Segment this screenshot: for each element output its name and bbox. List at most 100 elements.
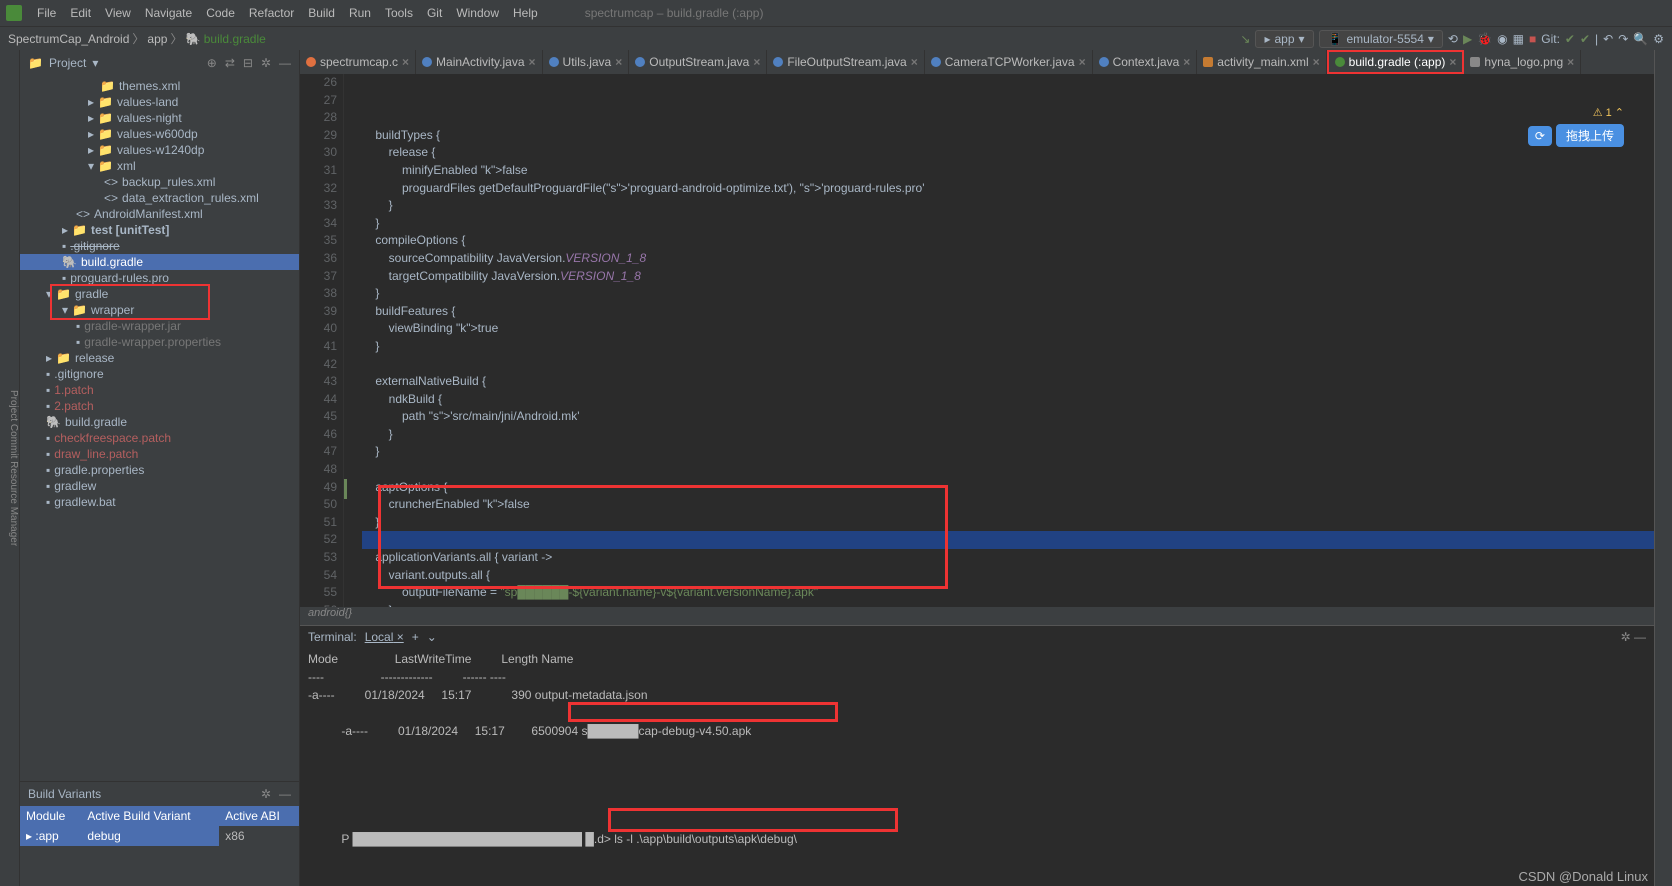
terminal-tab-local[interactable]: Local × — [365, 630, 404, 644]
close-tab-icon[interactable]: × — [753, 55, 760, 69]
terminal-dropdown-icon[interactable]: ⌄ — [427, 630, 437, 644]
close-tab-icon[interactable]: × — [1313, 55, 1320, 69]
close-tab-icon[interactable]: × — [1183, 55, 1190, 69]
menu-file[interactable]: File — [30, 6, 63, 20]
terminal-output[interactable]: Mode LastWriteTime Length Name ---- ----… — [300, 648, 1654, 886]
tab-OutputStream-java[interactable]: OutputStream.java× — [629, 50, 767, 74]
hide-panel-icon[interactable]: — — [279, 56, 291, 70]
debug-icon[interactable]: 🐞 — [1477, 32, 1492, 46]
terminal-prompt[interactable]: P ███████████████████████████ █.d> ls -l… — [308, 812, 1646, 884]
menu-code[interactable]: Code — [199, 6, 242, 20]
run-icon[interactable]: ▶ — [1463, 32, 1472, 46]
collapse-icon[interactable]: ⊟ — [243, 56, 253, 70]
settings-icon[interactable]: ⚙ — [1653, 32, 1664, 46]
tree-item-values-w600dp[interactable]: ▸ 📁 values-w600dp — [20, 126, 299, 142]
fold-column[interactable] — [344, 74, 358, 607]
project-header[interactable]: 📁 Project ▾ ⊕ ⇄ ⊟ ✲ — — [20, 50, 299, 76]
tree-item-AndroidManifest-xml[interactable]: <> AndroidManifest.xml — [20, 206, 299, 222]
breadcrumb-root[interactable]: SpectrumCap_Android — [8, 32, 129, 46]
tree-item-values-night[interactable]: ▸ 📁 values-night — [20, 110, 299, 126]
tree-item-1-patch[interactable]: ▪ 1.patch — [20, 382, 299, 398]
tab-CameraTCPWorker-java[interactable]: CameraTCPWorker.java× — [925, 50, 1093, 74]
git-commit-icon[interactable]: ✔ — [1580, 32, 1590, 46]
tab-MainActivity-java[interactable]: MainActivity.java× — [416, 50, 543, 74]
terminal-hide-icon[interactable]: — — [1634, 630, 1646, 644]
bv-variant[interactable]: debug — [81, 826, 219, 846]
tree-item-gradle-wrapper-jar[interactable]: ▪ gradle-wrapper.jar — [20, 318, 299, 334]
tree-item-xml[interactable]: ▾ 📁 xml — [20, 158, 299, 174]
menu-tools[interactable]: Tools — [378, 6, 420, 20]
target-icon[interactable]: ⊕ — [207, 56, 217, 70]
code-editor[interactable]: 2627282930313233343536373839404142434445… — [300, 74, 1654, 607]
tab-build-gradle---app-[interactable]: build.gradle (:app)× — [1327, 50, 1465, 74]
build-hammer-icon[interactable]: ↘ — [1240, 32, 1250, 46]
tree-item-backup_rules-xml[interactable]: <> backup_rules.xml — [20, 174, 299, 190]
menu-window[interactable]: Window — [449, 6, 506, 20]
bv-hide-icon[interactable]: — — [279, 787, 291, 801]
run-config-selector[interactable]: ▸ app ▾ — [1255, 30, 1313, 48]
tab-hyna_logo-png[interactable]: hyna_logo.png× — [1464, 50, 1581, 74]
close-tab-icon[interactable]: × — [1567, 55, 1574, 69]
sync-icon[interactable]: ⟲ — [1448, 32, 1458, 46]
search-icon[interactable]: 🔍 — [1633, 32, 1648, 46]
coverage-icon[interactable]: ▦ — [1513, 32, 1524, 46]
tree-item-gradlew-bat[interactable]: ▪ gradlew.bat — [20, 494, 299, 510]
tree-item-gradle-properties[interactable]: ▪ gradle.properties — [20, 462, 299, 478]
tree-item-2-patch[interactable]: ▪ 2.patch — [20, 398, 299, 414]
breadcrumb-file[interactable]: 🐘 build.gradle — [167, 30, 265, 47]
close-tab-icon[interactable]: × — [1079, 55, 1086, 69]
close-tab-icon[interactable]: × — [402, 55, 409, 69]
breadcrumb-app[interactable]: app — [129, 30, 167, 47]
menu-help[interactable]: Help — [506, 6, 545, 20]
menu-git[interactable]: Git — [420, 6, 449, 20]
stop-icon[interactable]: ■ — [1529, 32, 1536, 46]
tree-item-values-land[interactable]: ▸ 📁 values-land — [20, 94, 299, 110]
gear-icon[interactable]: ✲ — [261, 56, 271, 70]
terminal-gear-icon[interactable]: ✲ — [1621, 630, 1631, 644]
tree-item-values-w1240dp[interactable]: ▸ 📁 values-w1240dp — [20, 142, 299, 158]
tab-FileOutputStream-java[interactable]: FileOutputStream.java× — [767, 50, 924, 74]
bv-gear-icon[interactable]: ✲ — [261, 787, 271, 801]
tree-item--gitignore[interactable]: ▪ .gitignore — [20, 238, 299, 254]
close-tab-icon[interactable]: × — [1449, 55, 1456, 69]
menu-build[interactable]: Build — [301, 6, 342, 20]
forward-icon[interactable]: ↷ — [1618, 32, 1628, 46]
bv-abi[interactable]: x86 — [219, 826, 299, 846]
close-tab-icon[interactable]: × — [615, 55, 622, 69]
back-icon[interactable]: ↶ — [1603, 32, 1613, 46]
tree-item-test--unitTest-[interactable]: ▸ 📁 test [unitTest] — [20, 222, 299, 238]
tree-item-gradlew[interactable]: ▪ gradlew — [20, 478, 299, 494]
tree-item-data_extraction_rules-xml[interactable]: <> data_extraction_rules.xml — [20, 190, 299, 206]
menu-view[interactable]: View — [98, 6, 138, 20]
editor-breadcrumb[interactable]: android{} — [300, 607, 1654, 625]
project-tree[interactable]: 📁 themes.xml▸ 📁 values-land▸ 📁 values-ni… — [20, 76, 299, 781]
tree-item--gitignore[interactable]: ▪ .gitignore — [20, 366, 299, 382]
tree-item-checkfreespace-patch[interactable]: ▪ checkfreespace.patch — [20, 430, 299, 446]
project-view-mode[interactable]: Project — [49, 56, 86, 70]
tab-Utils-java[interactable]: Utils.java× — [543, 50, 630, 74]
menu-run[interactable]: Run — [342, 6, 378, 20]
profile-icon[interactable]: ◉ — [1497, 32, 1507, 46]
tree-item-release[interactable]: ▸ 📁 release — [20, 350, 299, 366]
terminal-add-tab[interactable]: + — [412, 630, 419, 644]
git-check-icon[interactable]: ✔ — [1565, 32, 1575, 46]
menu-edit[interactable]: Edit — [63, 6, 98, 20]
tab-activity_main-xml[interactable]: activity_main.xml× — [1197, 50, 1326, 74]
left-tool-strip[interactable]: Project Commit Resource Manager — [0, 50, 20, 886]
menu-refactor[interactable]: Refactor — [242, 6, 301, 20]
tree-item-draw_line-patch[interactable]: ▪ draw_line.patch — [20, 446, 299, 462]
tree-item-gradle-wrapper-properties[interactable]: ▪ gradle-wrapper.properties — [20, 334, 299, 350]
close-tab-icon[interactable]: × — [529, 55, 536, 69]
bv-module[interactable]: ▸ :app — [20, 826, 81, 846]
tree-item-themes-xml[interactable]: 📁 themes.xml — [20, 78, 299, 94]
device-selector[interactable]: 📱 emulator-5554 ▾ — [1319, 30, 1443, 48]
code-content[interactable]: buildTypes { release { minifyEnabled "k"… — [358, 74, 1654, 607]
tab-spectrumcap-c[interactable]: spectrumcap.c× — [300, 50, 416, 74]
tree-item-build-gradle[interactable]: 🐘 build.gradle — [20, 414, 299, 430]
expand-icon[interactable]: ⇄ — [225, 56, 235, 70]
menu-navigate[interactable]: Navigate — [138, 6, 199, 20]
tab-Context-java[interactable]: Context.java× — [1093, 50, 1198, 74]
close-tab-icon[interactable]: × — [911, 55, 918, 69]
right-tool-strip[interactable] — [1654, 50, 1672, 886]
tree-item-build-gradle[interactable]: 🐘 build.gradle — [20, 254, 299, 270]
